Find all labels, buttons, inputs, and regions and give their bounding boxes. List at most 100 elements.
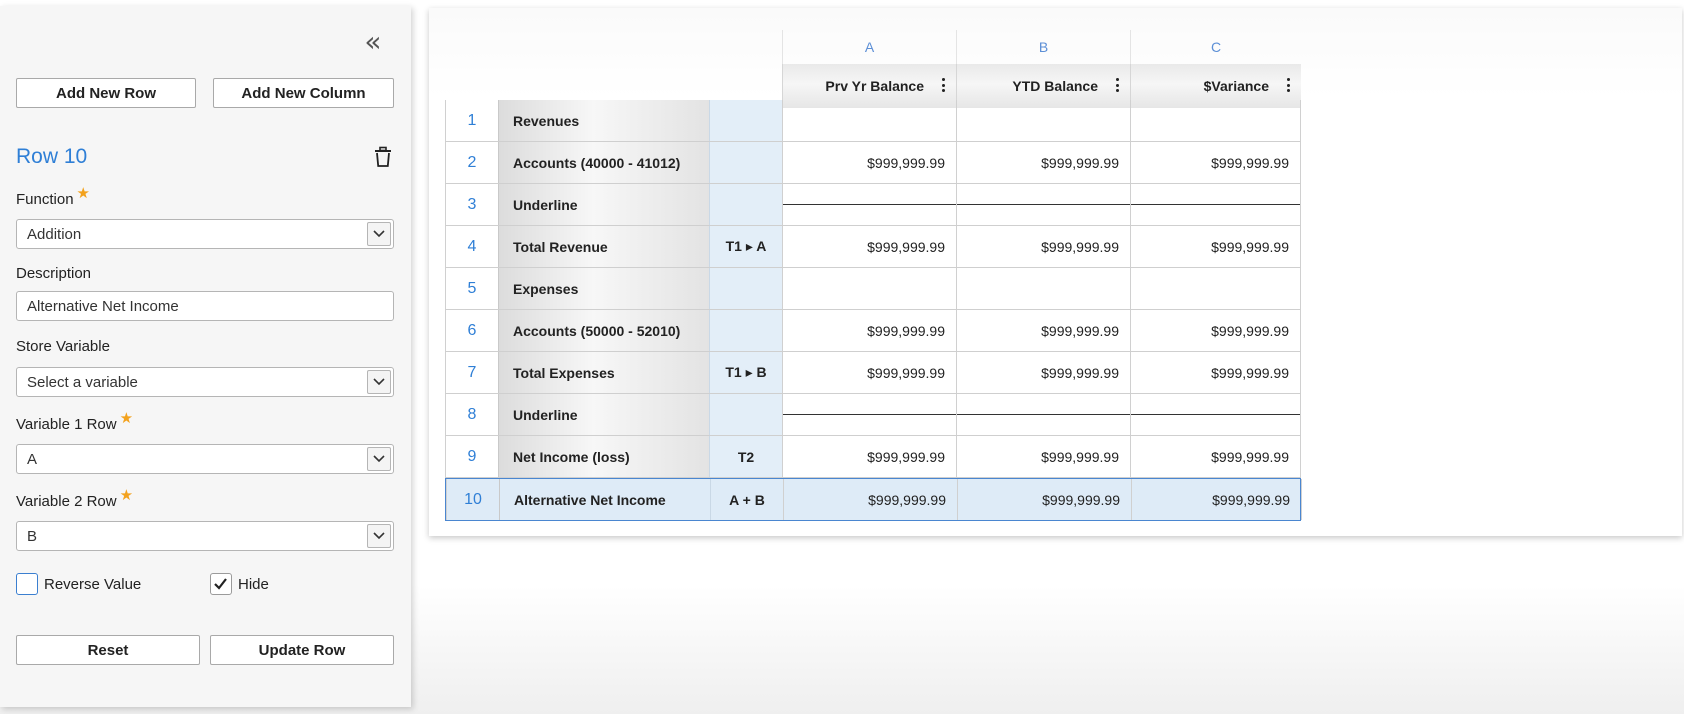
row-variable[interactable]: [709, 310, 782, 351]
variable-1-row-select[interactable]: A: [16, 444, 394, 474]
cell-variance[interactable]: [1130, 268, 1301, 309]
row-variable[interactable]: T2: [709, 436, 782, 477]
column-menu-icon[interactable]: [1114, 78, 1120, 94]
row-number[interactable]: 9: [445, 436, 498, 477]
chevron-down-icon[interactable]: [367, 447, 391, 471]
row-variable[interactable]: [709, 100, 782, 141]
cell-prv-yr-balance[interactable]: [782, 394, 956, 435]
table-row[interactable]: 6 Accounts (50000 - 52010) $999,999.99 $999…: [445, 310, 1301, 352]
underline-rule: [1131, 204, 1300, 205]
row-variable[interactable]: [709, 184, 782, 225]
cell-variance[interactable]: $999,999.99: [1130, 436, 1301, 477]
variable-1-row-label: Variable 1 Row ★: [16, 410, 134, 433]
cell-ytd-balance[interactable]: $999,999.99: [956, 310, 1130, 351]
cell-ytd-balance[interactable]: [956, 268, 1130, 309]
variable-2-row-label: Variable 2 Row ★: [16, 487, 134, 510]
table-row[interactable]: 8 Underline: [445, 394, 1301, 436]
row-number[interactable]: 5: [445, 268, 498, 309]
row-description[interactable]: Underline: [498, 184, 709, 225]
row-number[interactable]: 4: [445, 226, 498, 267]
cell-ytd-balance[interactable]: [956, 100, 1130, 141]
cell-prv-yr-balance[interactable]: $999,999.99: [782, 310, 956, 351]
store-variable-select[interactable]: Select a variable: [16, 367, 394, 397]
row-editor-panel: « Add New Row Add New Column Row 10 Func…: [0, 6, 411, 707]
function-select[interactable]: Addition: [16, 219, 394, 249]
table-row[interactable]: 3 Underline: [445, 184, 1301, 226]
cell-ytd-balance[interactable]: [956, 394, 1130, 435]
row-description[interactable]: Revenues: [498, 100, 709, 141]
cell-prv-yr-balance[interactable]: [782, 268, 956, 309]
row-title: Row 10: [16, 145, 88, 168]
row-number[interactable]: 2: [445, 142, 498, 183]
row-description[interactable]: Total Expenses: [498, 352, 709, 393]
cell-ytd-balance[interactable]: $999,999.99: [956, 142, 1130, 183]
table-row[interactable]: 4 Total Revenue T1 ▸ A $999,999.99 $999,999.…: [445, 226, 1301, 268]
cell-ytd-balance[interactable]: [956, 184, 1130, 225]
table-row[interactable]: 7 Total Expenses T1 ▸ B $999,999.99 $999,999…: [445, 352, 1301, 394]
cell-variance[interactable]: $999,999.99: [1130, 352, 1301, 393]
column-title: YTD Balance: [1012, 78, 1098, 94]
row-number[interactable]: 8: [445, 394, 498, 435]
row-description[interactable]: Accounts (40000 - 41012): [498, 142, 709, 183]
add-new-column-button[interactable]: Add New Column: [213, 78, 394, 108]
chevron-down-icon[interactable]: [367, 524, 391, 548]
row-description[interactable]: Expenses: [498, 268, 709, 309]
table-row[interactable]: 2 Accounts (40000 - 41012) $999,999.99 $999…: [445, 142, 1301, 184]
variable-2-row-select[interactable]: B: [16, 521, 394, 551]
row-number[interactable]: 1: [445, 100, 498, 141]
row-description[interactable]: Net Income (loss): [498, 436, 709, 477]
row-variable[interactable]: T1 ▸ A: [709, 226, 782, 267]
row-variable[interactable]: [709, 268, 782, 309]
store-variable-label: Store Variable: [16, 338, 110, 355]
row-variable[interactable]: [709, 142, 782, 183]
cell-variance[interactable]: [1130, 100, 1301, 141]
table-row[interactable]: 5 Expenses: [445, 268, 1301, 310]
row-description[interactable]: Accounts (50000 - 52010): [498, 310, 709, 351]
row-variable[interactable]: [709, 394, 782, 435]
cell-ytd-balance[interactable]: $999,999.99: [956, 226, 1130, 267]
table-row[interactable]: 1 Revenues: [445, 100, 1301, 142]
cell-ytd-balance[interactable]: $999,999.99: [957, 479, 1131, 520]
cell-prv-yr-balance[interactable]: $999,999.99: [782, 436, 956, 477]
reset-button[interactable]: Reset: [16, 635, 200, 665]
table-row[interactable]: 10 Alternative Net Income A + B $999,999.99…: [445, 478, 1302, 521]
collapse-panel-icon[interactable]: «: [360, 28, 386, 57]
cell-ytd-balance[interactable]: $999,999.99: [956, 352, 1130, 393]
row-variable[interactable]: T1 ▸ B: [709, 352, 782, 393]
column-letter-c[interactable]: C: [1130, 30, 1301, 64]
row-number[interactable]: 6: [445, 310, 498, 351]
chevron-down-icon[interactable]: [367, 370, 391, 394]
column-menu-icon[interactable]: [940, 78, 946, 94]
reverse-value-checkbox[interactable]: [16, 573, 38, 595]
row-number[interactable]: 3: [445, 184, 498, 225]
column-letter-b[interactable]: B: [956, 30, 1130, 64]
cell-prv-yr-balance[interactable]: $999,999.99: [782, 142, 956, 183]
row-description[interactable]: Total Revenue: [498, 226, 709, 267]
cell-variance[interactable]: $999,999.99: [1130, 142, 1301, 183]
cell-prv-yr-balance[interactable]: $999,999.99: [783, 479, 957, 520]
row-description[interactable]: Alternative Net Income: [499, 479, 710, 520]
description-field[interactable]: Alternative Net Income: [16, 291, 394, 321]
cell-ytd-balance[interactable]: $999,999.99: [956, 436, 1130, 477]
hide-checkbox[interactable]: [210, 573, 232, 595]
cell-variance[interactable]: $999,999.99: [1130, 310, 1301, 351]
cell-prv-yr-balance[interactable]: $999,999.99: [782, 226, 956, 267]
table-row[interactable]: 9 Net Income (loss) T2 $999,999.99 $999,999.…: [445, 436, 1301, 478]
cell-variance[interactable]: $999,999.99: [1130, 226, 1301, 267]
cell-variance[interactable]: $999,999.99: [1131, 479, 1302, 520]
column-letter-a[interactable]: A: [782, 30, 956, 64]
cell-variance[interactable]: [1130, 184, 1301, 225]
chevron-down-icon[interactable]: [367, 222, 391, 246]
cell-prv-yr-balance[interactable]: [782, 100, 956, 141]
cell-prv-yr-balance[interactable]: $999,999.99: [782, 352, 956, 393]
cell-prv-yr-balance[interactable]: [782, 184, 956, 225]
row-description[interactable]: Underline: [498, 394, 709, 435]
update-row-button[interactable]: Update Row: [210, 635, 394, 665]
cell-variance[interactable]: [1130, 394, 1301, 435]
row-variable[interactable]: A + B: [710, 479, 783, 520]
row-number[interactable]: 7: [445, 352, 498, 393]
column-menu-icon[interactable]: [1285, 78, 1291, 94]
delete-row-icon[interactable]: [372, 146, 394, 168]
add-new-row-button[interactable]: Add New Row: [16, 78, 196, 108]
row-number[interactable]: 10: [446, 479, 499, 520]
